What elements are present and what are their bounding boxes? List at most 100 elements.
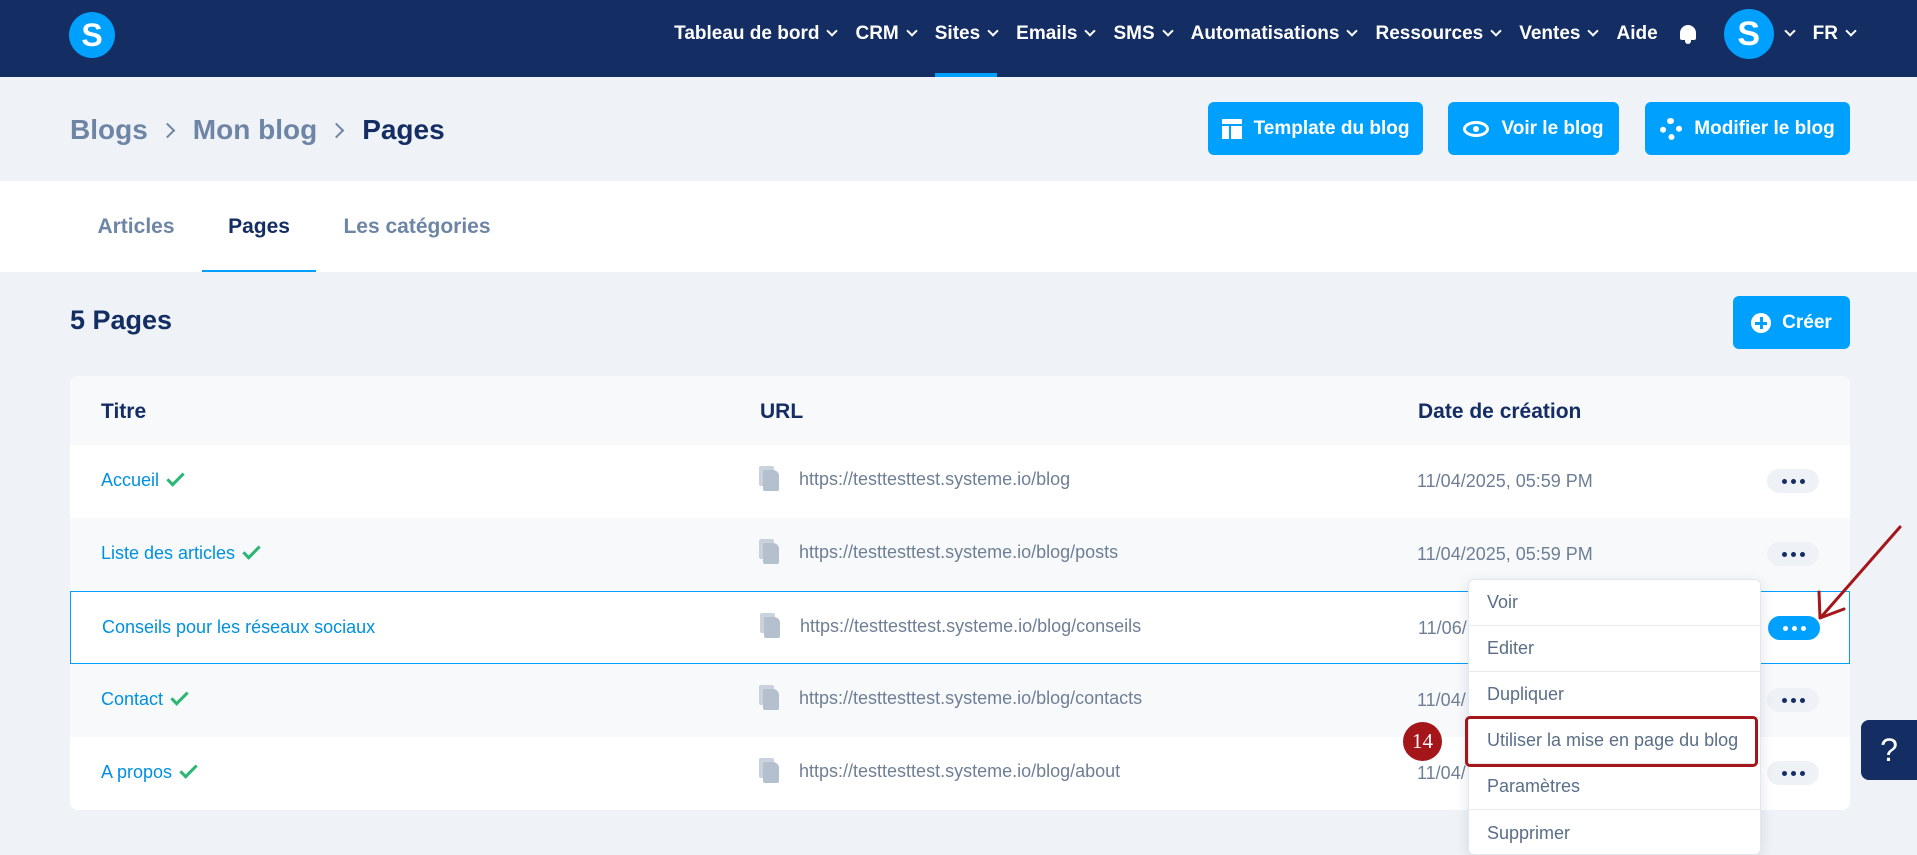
- language-selector[interactable]: FR: [1812, 0, 1857, 67]
- chevron-down-icon: [987, 24, 999, 37]
- chevron-down-icon: [906, 24, 918, 37]
- tab-categories[interactable]: Les catégories: [327, 181, 507, 272]
- menu-item-settings[interactable]: Paramètres: [1469, 764, 1760, 810]
- chevron-down-icon[interactable]: [1784, 24, 1796, 37]
- systeme-logo[interactable]: S: [69, 12, 115, 58]
- breadcrumb: Blogs Mon blog Pages: [70, 110, 445, 150]
- copy-url-icon[interactable]: [759, 466, 779, 491]
- nav-item-sales[interactable]: Ventes: [1519, 0, 1600, 67]
- page-title-text: Contact: [101, 689, 164, 709]
- page-url: https://testtesttest.systeme.io/blog/con…: [799, 688, 1143, 708]
- tab-pages[interactable]: Pages: [202, 181, 316, 272]
- button-label: Créer: [1782, 311, 1832, 333]
- eye-icon: [1463, 120, 1490, 137]
- page-title-link[interactable]: Contact: [101, 687, 189, 710]
- copy-url-icon[interactable]: [759, 685, 779, 710]
- page-created-date: 11/06/: [1418, 618, 1467, 638]
- column-header-title: Titre: [101, 400, 147, 423]
- column-header-url: URL: [760, 400, 804, 423]
- chevron-right-icon: [159, 122, 176, 138]
- nav-item-help[interactable]: Aide: [1616, 0, 1657, 67]
- create-page-button[interactable]: Créer: [1733, 296, 1850, 349]
- page-title-link[interactable]: A propos: [101, 760, 198, 783]
- button-label: Template du blog: [1253, 117, 1410, 139]
- row-actions-button[interactable]: [1767, 469, 1819, 493]
- nav-item-automations[interactable]: Automatisations: [1190, 0, 1359, 67]
- nav-item-resources[interactable]: Ressources: [1375, 0, 1502, 67]
- chevron-down-icon: [1490, 24, 1502, 37]
- page-title-text: A propos: [101, 762, 173, 782]
- nav-item-label: SMS: [1113, 22, 1155, 44]
- page-created-date: 11/04/2025, 05:59 PM: [1417, 471, 1593, 491]
- breadcrumb-my-blog[interactable]: Mon blog: [193, 114, 317, 146]
- page-title-text: Conseils pour les réseaux sociaux: [102, 617, 376, 637]
- nav-item-label: Emails: [1016, 22, 1078, 44]
- annotation-highlight-box: [1465, 716, 1758, 767]
- page-title-link[interactable]: Accueil: [101, 468, 185, 491]
- page-url: https://testtesttest.systeme.io/blog/pos…: [799, 542, 1119, 562]
- nav-item-label: Ventes: [1519, 22, 1581, 44]
- check-icon: [242, 541, 261, 560]
- check-icon: [166, 468, 185, 487]
- tab-articles[interactable]: Articles: [72, 181, 200, 272]
- copy-url-icon[interactable]: [759, 758, 779, 783]
- button-label: Modifier le blog: [1694, 117, 1835, 139]
- annotation-arrow-icon: [1817, 525, 1902, 620]
- check-icon: [170, 687, 189, 706]
- nav-item-dashboard[interactable]: Tableau de bord: [674, 0, 839, 67]
- nav-item-label: Sites: [934, 22, 981, 44]
- view-blog-button[interactable]: Voir le blog: [1448, 102, 1619, 155]
- page-created-date: 11/04/: [1417, 690, 1466, 710]
- copy-url-icon[interactable]: [760, 613, 780, 638]
- pages-count-title: 5 Pages: [70, 305, 173, 335]
- nav-item-label: Ressources: [1375, 22, 1484, 44]
- page-created-date: 11/04/2025, 05:59 PM: [1417, 544, 1593, 564]
- page-created-date: 11/04/: [1417, 763, 1466, 783]
- chevron-down-icon: [1587, 24, 1600, 37]
- table-row[interactable]: Accueil https://testtesttest.systeme.io/…: [70, 445, 1850, 518]
- main-menu: Tableau de bord CRM Sites Emails SMS Aut…: [655, 0, 1857, 77]
- page-url: https://testtesttest.systeme.io/blog/abo…: [799, 761, 1121, 781]
- menu-item-duplicate[interactable]: Dupliquer: [1469, 672, 1760, 718]
- page-title-text: Accueil: [101, 470, 160, 490]
- nav-item-label: Tableau de bord: [674, 22, 820, 44]
- breadcrumb-pages: Pages: [362, 114, 445, 145]
- page-title-link[interactable]: Liste des articles: [101, 541, 261, 564]
- nav-item-sites[interactable]: Sites: [934, 0, 999, 77]
- edit-blog-button[interactable]: Modifier le blog: [1645, 102, 1850, 155]
- plus-circle-icon: [1751, 312, 1772, 333]
- layout-template-icon: [1221, 118, 1242, 139]
- copy-url-icon[interactable]: [759, 539, 779, 564]
- page-title-link[interactable]: Conseils pour les réseaux sociaux: [102, 617, 375, 638]
- nav-item-label: Automatisations: [1190, 22, 1340, 44]
- row-actions-button[interactable]: [1767, 761, 1819, 785]
- check-icon: [179, 760, 198, 779]
- user-avatar[interactable]: S: [1723, 8, 1774, 59]
- top-navbar: S Tableau de bord CRM Sites Emails SMS A…: [0, 0, 1917, 77]
- chevron-down-icon: [826, 24, 839, 37]
- gear-icon: [1660, 117, 1683, 140]
- menu-item-delete[interactable]: Supprimer: [1469, 810, 1760, 855]
- table-header: Titre URL Date de création: [70, 376, 1850, 445]
- chevron-right-icon: [328, 122, 345, 138]
- chevron-down-icon: [1346, 24, 1359, 37]
- blog-template-button[interactable]: Template du blog: [1208, 102, 1423, 155]
- nav-item-label: CRM: [855, 22, 899, 44]
- menu-item-view[interactable]: Voir: [1469, 580, 1760, 626]
- nav-item-emails[interactable]: Emails: [1016, 0, 1097, 67]
- page-url: https://testtesttest.systeme.io/blog/con…: [800, 616, 1142, 636]
- chevron-down-icon: [1084, 24, 1097, 37]
- notifications-bell-icon[interactable]: [1678, 23, 1698, 45]
- nav-item-crm[interactable]: CRM: [855, 0, 918, 67]
- button-label: Voir le blog: [1501, 117, 1604, 139]
- help-button[interactable]: ?: [1861, 720, 1917, 780]
- row-actions-button[interactable]: [1767, 688, 1819, 712]
- annotation-step-badge: 14: [1403, 722, 1442, 761]
- language-label: FR: [1812, 22, 1838, 44]
- menu-item-edit[interactable]: Editer: [1469, 626, 1760, 672]
- chevron-down-icon: [1161, 24, 1174, 37]
- page-url: https://testtesttest.systeme.io/blog: [799, 469, 1071, 489]
- nav-item-sms[interactable]: SMS: [1113, 0, 1174, 67]
- column-header-date: Date de création: [1418, 400, 1582, 423]
- breadcrumb-blogs[interactable]: Blogs: [70, 114, 148, 146]
